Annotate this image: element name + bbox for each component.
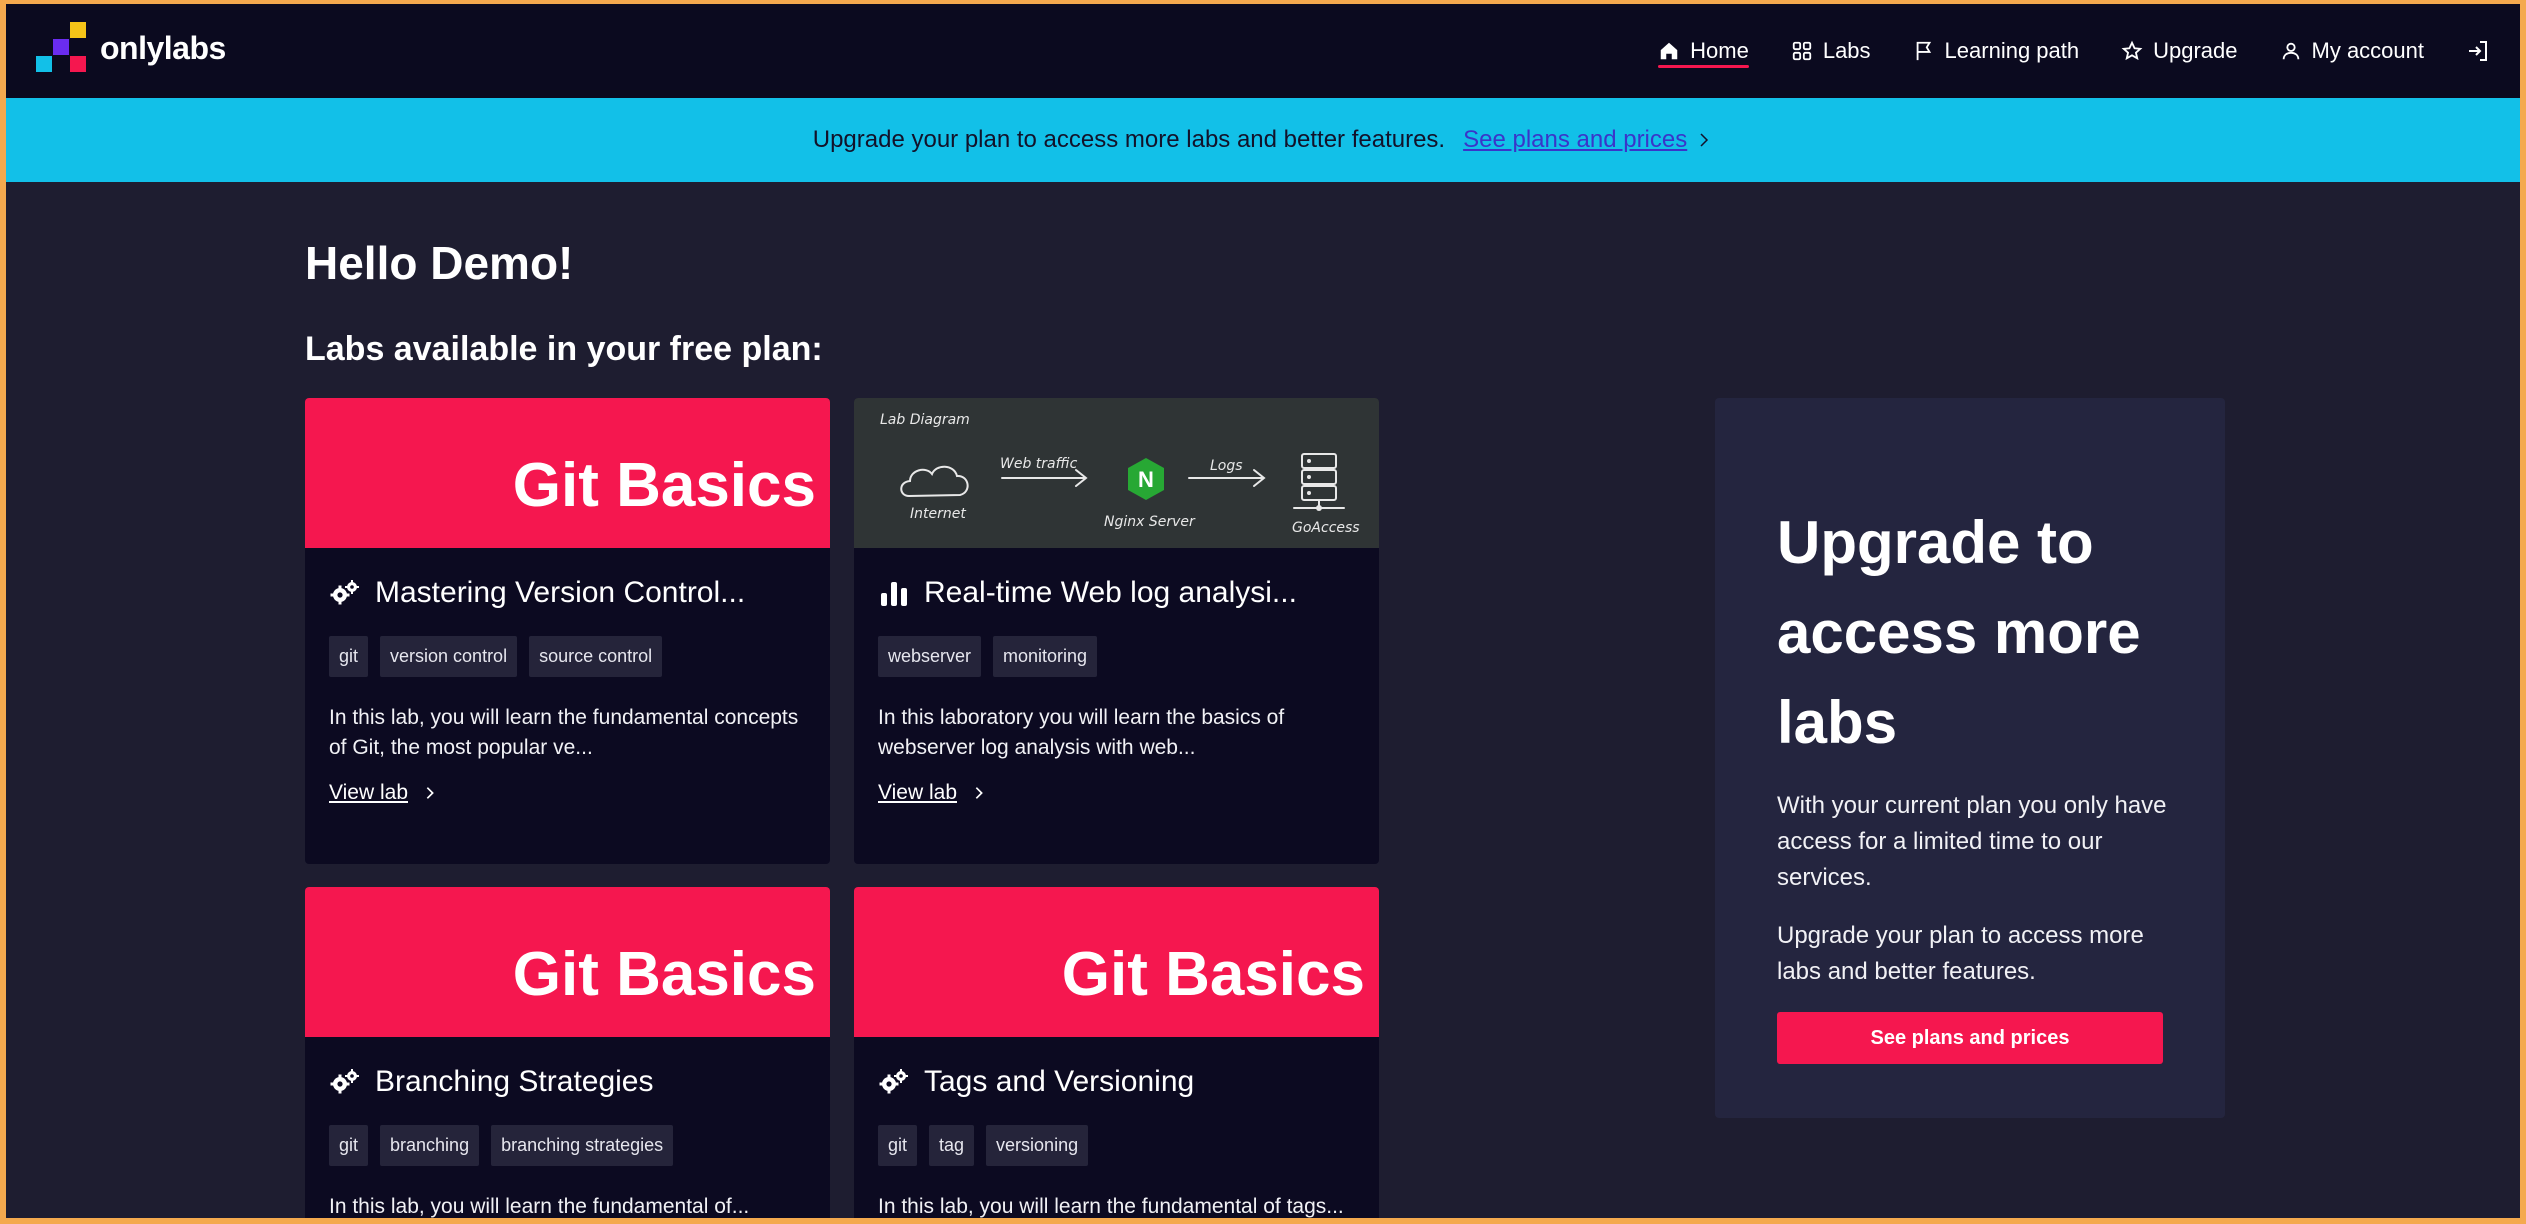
banner-title: Git Basics: [512, 451, 816, 520]
nav-labs-label: Labs: [1822, 38, 1871, 63]
lab-description: In this laboratory you will learn the ba…: [878, 706, 1285, 759]
gears-icon: [879, 1069, 908, 1094]
brand-name: onlylabs: [100, 29, 226, 66]
diagram-node-nginx: Nginx Server: [1104, 514, 1196, 530]
diagram-edge-web-traffic: Web traffic: [1000, 456, 1078, 472]
logout-button[interactable]: [2466, 39, 2490, 63]
banner-title: Git Basics: [1061, 940, 1365, 1009]
tag: branching: [380, 1125, 480, 1166]
lab-diagram: N Lab Diagram Internet Nginx Server GoAc…: [880, 412, 1360, 536]
lab-title: Branching Strategies: [375, 1065, 654, 1098]
onlylabs-logo-icon: [36, 22, 88, 74]
view-lab-link[interactable]: View lab: [329, 781, 806, 805]
flag-icon: [1916, 41, 1931, 61]
chevron-right-icon: [975, 787, 983, 799]
tag: versioning: [986, 1125, 1089, 1166]
lab-card-banner: Git Basics: [305, 398, 830, 548]
bar-chart-icon: [881, 582, 907, 606]
nav-upgrade[interactable]: Upgrade: [2121, 4, 2238, 98]
gears-icon: [330, 580, 359, 605]
tag: tag: [929, 1125, 975, 1166]
nav-home[interactable]: Home: [1658, 4, 1749, 98]
nav-upgrade-label: Upgrade: [2153, 38, 2238, 63]
lab-description: In this lab, you will learn the fundamen…: [329, 706, 799, 759]
app-window: onlylabs Home Labs Learning path Upgrade: [6, 4, 2520, 1218]
logout-icon: [2469, 41, 2487, 61]
lab-card-banner: Git Basics: [854, 887, 1379, 1037]
diagram-node-internet: Internet: [910, 506, 966, 522]
tag: version control: [380, 636, 518, 677]
lab-card[interactable]: Git Basics Branching Strategies git bran…: [305, 887, 830, 1218]
nav-my-account-label: My account: [2311, 38, 2425, 63]
nav-home-label: Home: [1690, 38, 1749, 63]
chevron-right-icon: [1700, 133, 1709, 147]
user-icon: [2282, 42, 2299, 60]
brand-logo[interactable]: onlylabs: [36, 22, 226, 74]
upgrade-text: Upgrade your plan to access more labs an…: [1777, 922, 2144, 985]
diagram-heading: Lab Diagram: [880, 412, 970, 428]
star-icon: [2121, 40, 2143, 61]
section-title: Labs available in your free plan:: [305, 330, 823, 368]
page-title: Hello Demo!: [305, 237, 574, 289]
lab-card[interactable]: N Lab Diagram Internet Nginx Server GoAc…: [854, 398, 1379, 864]
tag: monitoring: [993, 636, 1098, 677]
lab-card-banner: Git Basics: [305, 887, 830, 1037]
tag-list: git branching branching strategies: [329, 1125, 806, 1166]
tag: webserver: [878, 636, 982, 677]
upgrade-panel: Upgrade to access more labs With your cu…: [1715, 398, 2225, 1118]
lab-title: Real-time Web log analysi...: [924, 576, 1297, 609]
view-lab-link[interactable]: View lab: [878, 781, 1355, 805]
tag: git: [329, 636, 369, 677]
nav-learning-path[interactable]: Learning path: [1913, 4, 2080, 98]
tag: branching strategies: [491, 1125, 674, 1166]
nginx-letter: N: [1138, 467, 1154, 492]
tag-list: webserver monitoring: [878, 636, 1355, 677]
top-navbar: onlylabs Home Labs Learning path Upgrade: [6, 4, 2520, 98]
banner-text: Upgrade your plan to access more labs an…: [812, 126, 1446, 153]
banner-title: Git Basics: [512, 940, 816, 1009]
banner-plans-link[interactable]: See plans and prices: [1463, 126, 1687, 154]
tag-list: git tag versioning: [878, 1125, 1355, 1166]
tag: source control: [529, 636, 663, 677]
view-lab-label: View lab: [878, 781, 957, 804]
lab-title: Tags and Versioning: [924, 1065, 1195, 1098]
diagram-node-goaccess: GoAccess: [1292, 520, 1360, 536]
tag: git: [878, 1125, 918, 1166]
gears-icon: [330, 1069, 359, 1094]
upgrade-heading: Upgrade to access more labs: [1777, 509, 2141, 756]
lab-card[interactable]: Git Basics Tags and Versioning git tag v…: [854, 887, 1379, 1218]
main-nav: Home Labs Learning path Upgrade My accou…: [1658, 4, 2520, 98]
nav-labs[interactable]: Labs: [1791, 4, 1871, 98]
tag: git: [329, 1125, 369, 1166]
view-lab-label: View lab: [329, 781, 408, 804]
lab-description: In this lab, you will learn the fundamen…: [329, 1195, 750, 1218]
nav-my-account[interactable]: My account: [2280, 4, 2425, 98]
lab-card[interactable]: Git Basics Mastering Version Control... …: [305, 398, 830, 864]
chevron-right-icon: [426, 787, 434, 799]
lab-title: Mastering Version Control...: [375, 576, 746, 609]
grid-icon: [1792, 41, 1811, 61]
lab-description: In this lab, you will learn the fundamen…: [878, 1195, 1344, 1218]
upgrade-text: With your current plan you only have acc…: [1777, 792, 2167, 891]
lab-diagram-banner: N Lab Diagram Internet Nginx Server GoAc…: [854, 398, 1379, 548]
home-icon: [1660, 42, 1678, 60]
upgrade-banner: Upgrade your plan to access more labs an…: [6, 98, 2520, 182]
diagram-edge-logs: Logs: [1210, 458, 1243, 474]
tag-list: git version control source control: [329, 636, 806, 677]
nav-learning-path-label: Learning path: [1944, 38, 2080, 63]
see-plans-button[interactable]: See plans and prices: [1777, 1012, 2163, 1064]
